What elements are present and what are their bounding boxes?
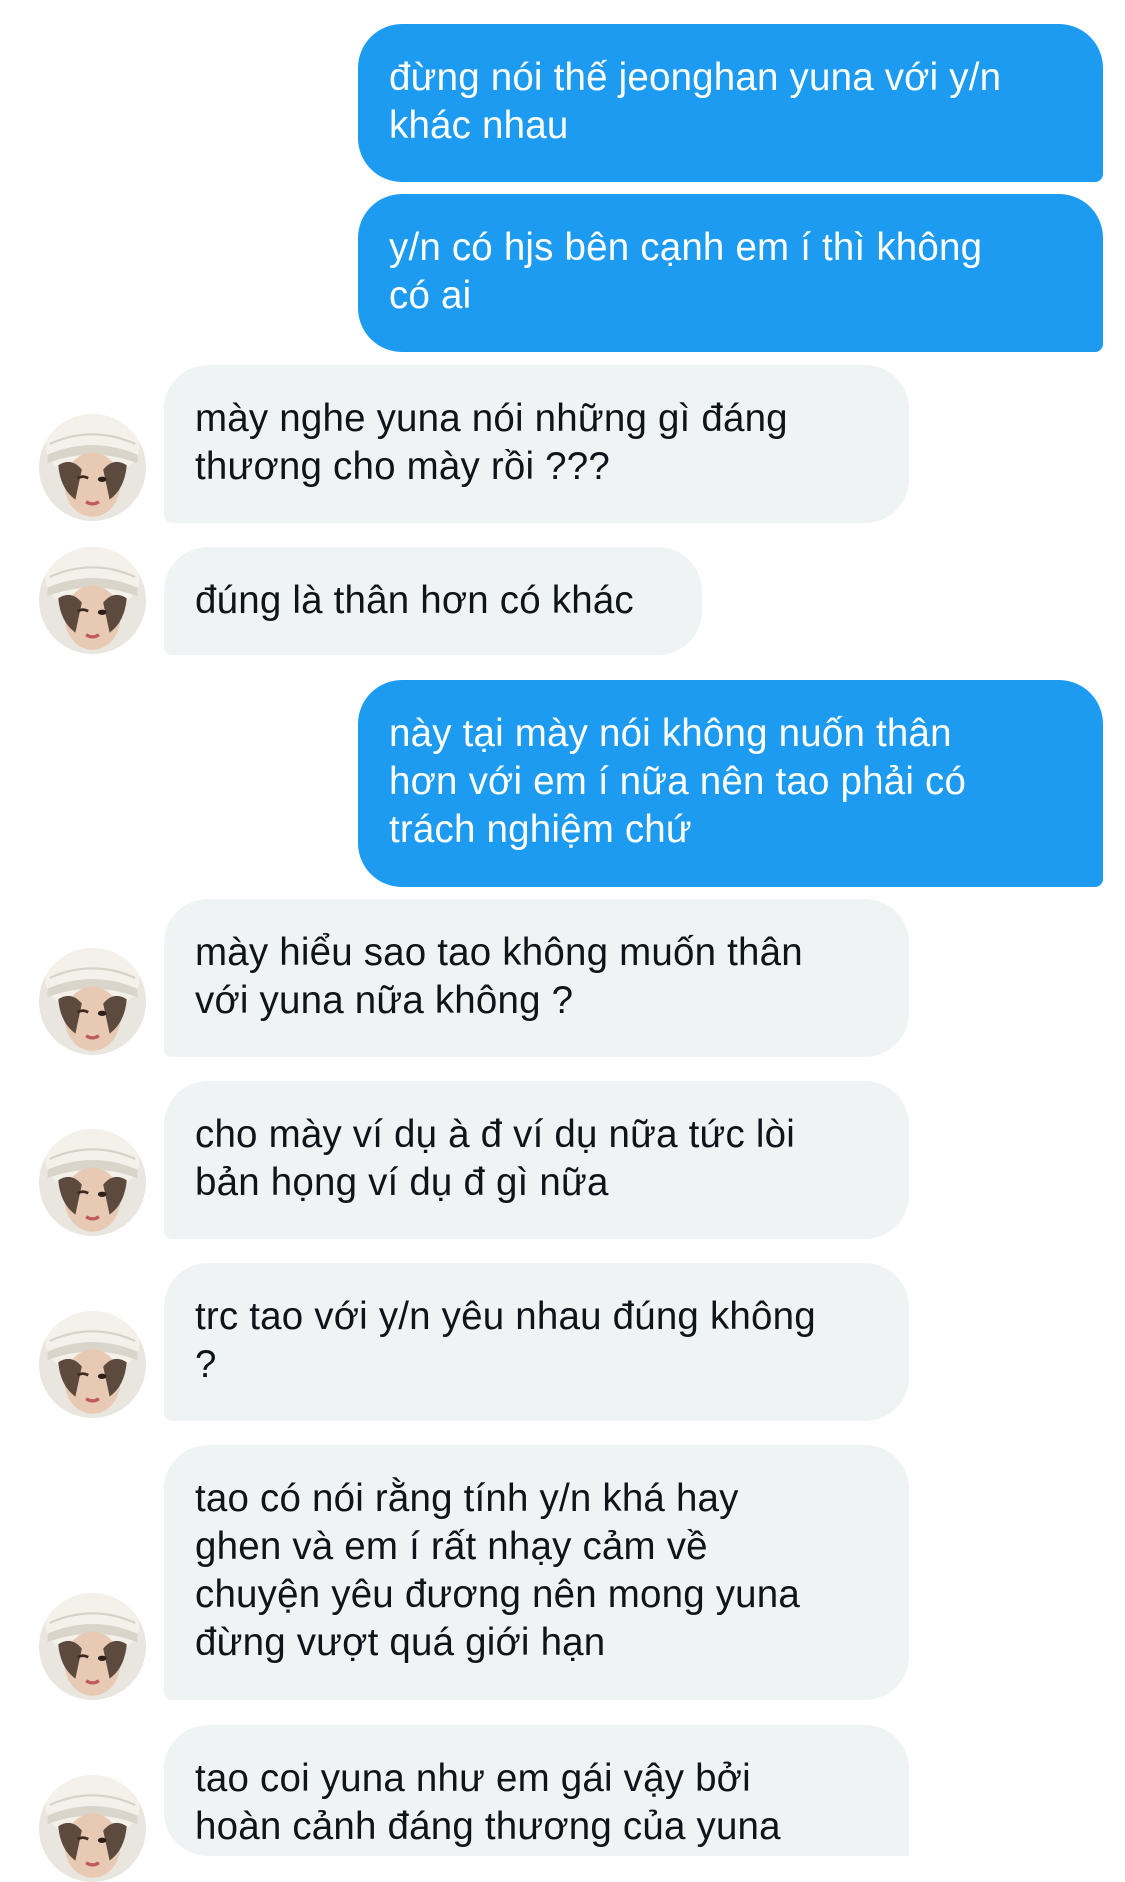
- incoming-message[interactable]: đúng là thân hơn có khác: [164, 547, 702, 655]
- profile-avatar-icon[interactable]: [39, 948, 146, 1055]
- incoming-message[interactable]: cho mày ví dụ à đ ví dụ nữa tức lòi bản …: [164, 1081, 909, 1239]
- profile-avatar-icon[interactable]: [39, 1593, 146, 1700]
- avatar-image: [39, 1593, 146, 1700]
- profile-avatar-icon[interactable]: [39, 1311, 146, 1418]
- avatar-image: [39, 547, 146, 654]
- profile-avatar-icon[interactable]: [39, 1129, 146, 1236]
- incoming-message[interactable]: tao có nói rằng tính y/n khá hay ghen và…: [164, 1445, 909, 1700]
- outgoing-message[interactable]: y/n có hjs bên cạnh em í thì không có ai: [358, 194, 1103, 352]
- avatar-image: [39, 948, 146, 1055]
- profile-avatar-icon[interactable]: [39, 547, 146, 654]
- profile-avatar-icon[interactable]: [39, 414, 146, 521]
- message-thread: đừng nói thế jeonghan yuna với y/n khác …: [0, 0, 1125, 1882]
- profile-avatar-icon[interactable]: [39, 1775, 146, 1882]
- outgoing-message[interactable]: đừng nói thế jeonghan yuna với y/n khác …: [358, 24, 1103, 182]
- incoming-message[interactable]: tao coi yuna như em gái vậy bởi hoàn cản…: [164, 1725, 909, 1856]
- incoming-message[interactable]: mày nghe yuna nói những gì đáng thương c…: [164, 365, 909, 523]
- avatar-image: [39, 1775, 146, 1882]
- outgoing-message[interactable]: này tại mày nói không nuốn thân hơn với …: [358, 680, 1103, 887]
- incoming-message[interactable]: mày hiểu sao tao không muốn thân với yun…: [164, 899, 909, 1057]
- avatar-image: [39, 414, 146, 521]
- avatar-image: [39, 1129, 146, 1236]
- avatar-image: [39, 1311, 146, 1418]
- incoming-message[interactable]: trc tao với y/n yêu nhau đúng không ?: [164, 1263, 909, 1421]
